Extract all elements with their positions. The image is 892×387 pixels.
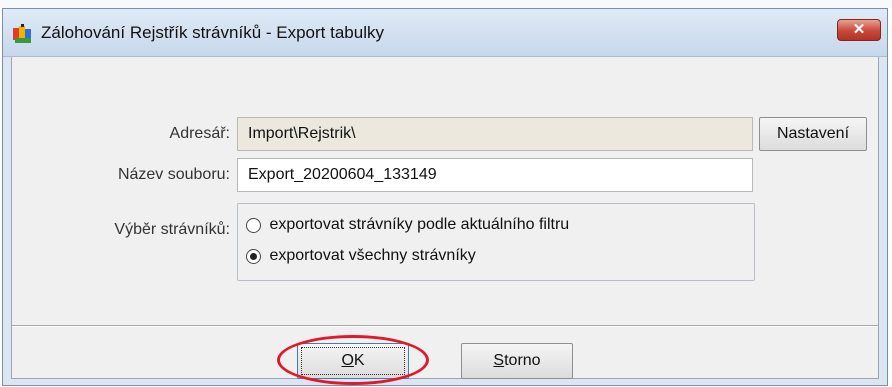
filename-input[interactable]: Export_20200604_133149 (237, 158, 753, 192)
title-bar[interactable]: Zálohování Rejstřík strávníků - Export t… (3, 9, 887, 57)
directory-label: Adresář: (169, 125, 230, 142)
cancel-button[interactable]: Storno (461, 343, 573, 379)
cancel-label-rest: torno (504, 352, 541, 369)
close-icon: ✕ (852, 21, 866, 38)
separator-line (12, 325, 878, 327)
selection-group: exportovat strávníky podle aktuálního fi… (237, 203, 755, 281)
radio-label-all: exportovat všechny strávníky (269, 247, 476, 264)
radio-unchecked-icon[interactable] (246, 217, 261, 233)
focus-rect (301, 347, 405, 375)
window-title: Zálohování Rejstřík strávníků - Export t… (41, 23, 384, 42)
selection-label: Výběr strávníků: (114, 221, 230, 238)
filename-value: Export_20200604_133149 (248, 166, 437, 183)
application-icon (13, 24, 31, 43)
filename-label: Název souboru: (117, 166, 230, 183)
directory-field: Import\Rejstrik\ (237, 117, 753, 151)
dialog-window: Zálohování Rejstřík strávníků - Export t… (2, 8, 888, 386)
radio-option-filtered[interactable]: exportovat strávníky podle aktuálního fi… (246, 216, 569, 238)
radio-option-all[interactable]: exportovat všechny strávníky (246, 247, 476, 269)
radio-label-filtered: exportovat strávníky podle aktuálního fi… (269, 216, 570, 233)
dialog-content: Adresář: Import\Rejstrik\ Nastavení Náze… (11, 57, 879, 379)
top-edge (0, 0, 892, 8)
ok-button[interactable]: OK (297, 343, 409, 379)
cancel-mnemonic: S (493, 352, 505, 369)
settings-button[interactable]: Nastavení (759, 117, 867, 151)
close-button[interactable]: ✕ (837, 19, 881, 41)
directory-value: Import\Rejstrik\ (248, 125, 356, 142)
radio-checked-icon[interactable] (246, 248, 261, 264)
